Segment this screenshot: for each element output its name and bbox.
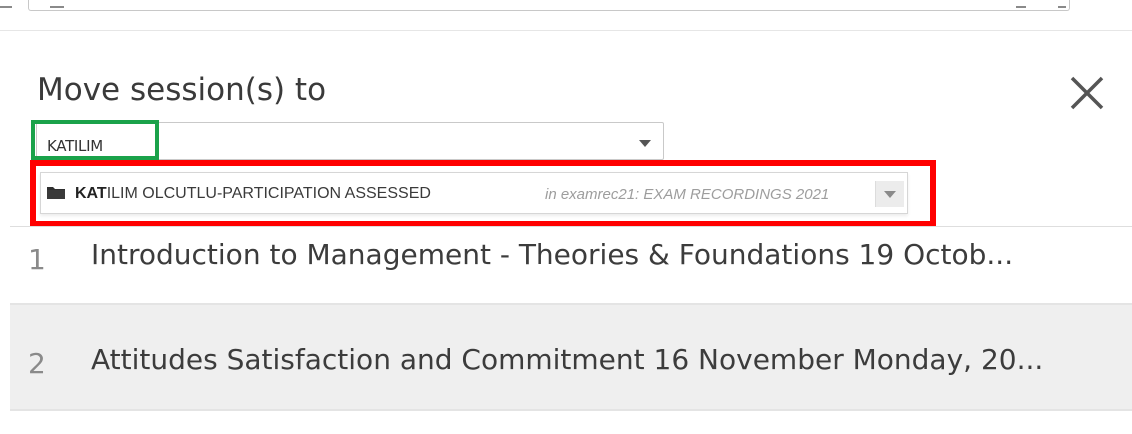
folder-icon — [46, 185, 65, 199]
close-button[interactable] — [1066, 72, 1108, 114]
browser-toolbar — [0, 0, 1132, 12]
folder-search-value[interactable]: KATILIM — [47, 137, 103, 155]
session-row[interactable]: 1 Introduction to Management - Theories … — [10, 227, 1132, 305]
chrome-divider — [0, 30, 1132, 31]
chevron-down-icon — [884, 191, 896, 198]
tab-icon — [50, 0, 64, 8]
folder-result-option[interactable]: KATILIM OLCUTLU-PARTICIPATION ASSESSED i… — [40, 172, 908, 214]
bookmark-icon[interactable] — [1058, 0, 1066, 8]
folder-result-context: in examrec21: EXAM RECORDINGS 2021 — [545, 186, 830, 203]
session-row[interactable]: 2 Attitudes Satisfaction and Commitment … — [10, 305, 1132, 411]
folder-result-rest: ILIM OLCUTLU-PARTICIPATION ASSESSED — [106, 185, 431, 202]
close-icon — [1070, 76, 1104, 110]
folder-result-name: KATILIM OLCUTLU-PARTICIPATION ASSESSED — [75, 185, 431, 203]
session-number: 2 — [28, 347, 46, 380]
session-title: Attitudes Satisfaction and Commitment 16… — [91, 343, 1044, 376]
session-number: 1 — [28, 243, 46, 276]
expand-folder-button[interactable] — [875, 181, 904, 207]
chevron-down-icon[interactable] — [639, 140, 651, 147]
back-icon[interactable] — [0, 0, 12, 8]
dialog-title: Move session(s) to — [37, 72, 327, 108]
folder-select[interactable]: KATILIM — [36, 122, 664, 160]
address-bar[interactable] — [28, 0, 1070, 11]
session-title: Introduction to Management - Theories & … — [91, 238, 1014, 271]
folder-result-match: KAT — [75, 185, 107, 202]
star-icon[interactable] — [1016, 0, 1026, 8]
